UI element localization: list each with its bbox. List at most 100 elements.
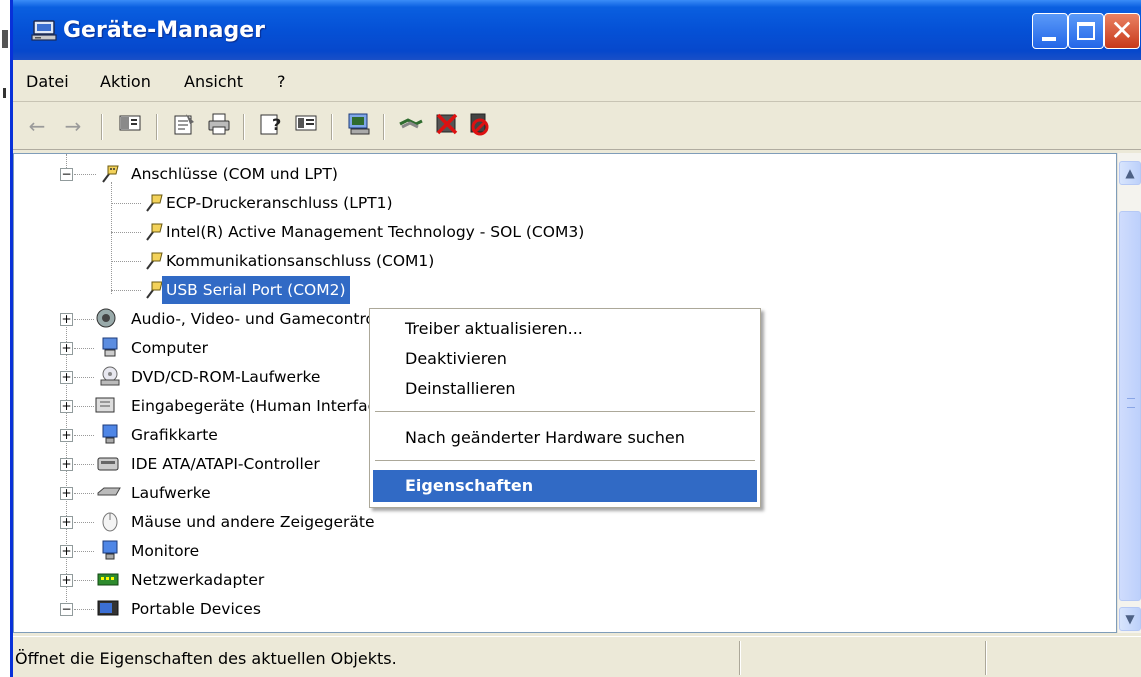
status-divider bbox=[985, 641, 987, 675]
tree-line bbox=[74, 609, 94, 610]
tree-line bbox=[111, 290, 141, 291]
tree-line bbox=[74, 551, 94, 552]
tree-group-network[interactable]: + Netzwerkadapter bbox=[14, 566, 1114, 594]
tree-item-port[interactable]: Intel(R) Active Management Technology - … bbox=[14, 218, 1114, 246]
back-arrow-icon[interactable]: ← bbox=[23, 112, 51, 140]
scroll-grip-icon bbox=[1127, 398, 1135, 408]
menu-separator bbox=[375, 411, 755, 412]
toolbar: ← → ? bbox=[13, 102, 1141, 150]
expand-icon[interactable]: + bbox=[60, 342, 73, 355]
help-icon[interactable]: ? bbox=[257, 112, 285, 140]
uninstall-icon[interactable] bbox=[433, 112, 461, 140]
minimize-icon bbox=[1042, 37, 1056, 41]
tree-line bbox=[74, 406, 94, 407]
expand-icon[interactable]: + bbox=[60, 313, 73, 326]
menu-item-scan-hardware[interactable]: Nach geänderter Hardware suchen bbox=[373, 422, 757, 454]
update-driver-icon[interactable] bbox=[397, 112, 425, 140]
menu-datei[interactable]: Datei bbox=[26, 72, 69, 91]
tree-group-portable[interactable]: − Portable Devices bbox=[14, 595, 1114, 623]
tree-label-selected: USB Serial Port (COM2) bbox=[162, 276, 350, 304]
scan-hardware-icon[interactable] bbox=[345, 112, 373, 140]
vertical-scrollbar[interactable]: ▲ ▼ bbox=[1117, 153, 1141, 633]
mouse-icon bbox=[98, 510, 122, 534]
title-bar[interactable]: Geräte-Manager ✕ bbox=[13, 0, 1141, 60]
toolbar-separator bbox=[156, 114, 158, 140]
network-adapter-icon bbox=[96, 568, 120, 592]
background-window-fragment bbox=[3, 88, 6, 98]
tree-label: Kommunikationsanschluss (COM1) bbox=[166, 252, 435, 270]
minimize-button[interactable] bbox=[1032, 13, 1068, 49]
ide-controller-icon bbox=[96, 452, 120, 476]
tree-label: Mäuse und andere Zeigegeräte bbox=[131, 513, 375, 531]
expand-icon[interactable]: + bbox=[60, 400, 73, 413]
input-device-icon bbox=[94, 394, 118, 418]
maximize-button[interactable] bbox=[1068, 13, 1104, 49]
port-connector-icon bbox=[142, 220, 166, 244]
forward-arrow-icon[interactable]: → bbox=[59, 112, 87, 140]
graphics-card-icon bbox=[98, 423, 122, 447]
menu-aktion[interactable]: Aktion bbox=[100, 72, 151, 91]
tree-group-mice[interactable]: + Mäuse und andere Zeigegeräte bbox=[14, 508, 1114, 536]
tree-label: Audio-, Video- und Gamecontroller bbox=[131, 310, 400, 328]
toolbar-separator bbox=[101, 114, 103, 140]
tree-line bbox=[111, 261, 141, 262]
close-button[interactable]: ✕ bbox=[1104, 13, 1140, 49]
expand-icon[interactable]: + bbox=[60, 429, 73, 442]
maximize-icon bbox=[1077, 22, 1095, 40]
collapse-icon[interactable]: − bbox=[60, 168, 73, 181]
view-icon[interactable] bbox=[292, 112, 320, 140]
scroll-thumb[interactable] bbox=[1119, 211, 1141, 601]
expand-icon[interactable]: + bbox=[60, 458, 73, 471]
menu-bar: Datei Aktion Ansicht ? bbox=[13, 60, 1141, 102]
tree-line bbox=[111, 232, 141, 233]
menu-item-disable[interactable]: Deaktivieren bbox=[373, 343, 757, 375]
tree-item-port-selected[interactable]: USB Serial Port (COM2) bbox=[14, 276, 1114, 304]
svg-text:?: ? bbox=[272, 115, 281, 134]
toolbar-separator bbox=[383, 114, 385, 140]
tree-line bbox=[74, 464, 94, 465]
tree-group-monitors[interactable]: + Monitore bbox=[14, 537, 1114, 565]
print-icon[interactable] bbox=[205, 112, 233, 140]
tree-label: Laufwerke bbox=[131, 484, 211, 502]
tree-line bbox=[74, 377, 94, 378]
close-icon: ✕ bbox=[1110, 14, 1134, 47]
menu-item-uninstall[interactable]: Deinstallieren bbox=[373, 373, 757, 405]
scroll-up-button[interactable]: ▲ bbox=[1119, 161, 1141, 185]
menu-ansicht[interactable]: Ansicht bbox=[184, 72, 243, 91]
show-hide-tree-icon[interactable] bbox=[116, 112, 144, 140]
computer-icon bbox=[98, 336, 122, 360]
tree-label: Intel(R) Active Management Technology - … bbox=[166, 223, 585, 241]
tree-item-port[interactable]: Kommunikationsanschluss (COM1) bbox=[14, 247, 1114, 275]
disable-icon[interactable] bbox=[465, 112, 493, 140]
tree-label: Portable Devices bbox=[131, 600, 261, 618]
scroll-down-button[interactable]: ▼ bbox=[1119, 607, 1141, 631]
expand-icon[interactable]: + bbox=[60, 574, 73, 587]
expand-icon[interactable]: + bbox=[60, 545, 73, 558]
context-menu: Treiber aktualisieren... Deaktivieren De… bbox=[369, 308, 761, 508]
tree-item-port[interactable]: ECP-Druckeranschluss (LPT1) bbox=[14, 189, 1114, 217]
tree-line bbox=[74, 493, 94, 494]
port-connector-icon bbox=[98, 162, 122, 186]
tree-line bbox=[74, 580, 94, 581]
speaker-icon bbox=[94, 307, 118, 331]
tree-label: Computer bbox=[131, 339, 209, 357]
menu-help[interactable]: ? bbox=[277, 72, 286, 91]
properties-icon[interactable] bbox=[170, 112, 198, 140]
status-divider bbox=[739, 641, 741, 675]
tree-group-ports[interactable]: − Anschlüsse (COM und LPT) bbox=[14, 160, 1114, 188]
toolbar-separator bbox=[331, 114, 333, 140]
expand-icon[interactable]: + bbox=[60, 516, 73, 529]
dvd-drive-icon bbox=[98, 365, 122, 389]
expand-icon[interactable]: + bbox=[60, 371, 73, 384]
tree-line bbox=[74, 522, 94, 523]
status-bar: Öffnet die Eigenschaften des aktuellen O… bbox=[13, 636, 1141, 677]
disk-drive-icon bbox=[96, 481, 121, 505]
collapse-icon[interactable]: − bbox=[60, 603, 73, 616]
toolbar-separator bbox=[243, 114, 245, 140]
menu-item-properties[interactable]: Eigenschaften bbox=[373, 470, 757, 502]
tree-line bbox=[111, 203, 141, 204]
tree-line bbox=[74, 319, 94, 320]
menu-item-update-driver[interactable]: Treiber aktualisieren... bbox=[373, 313, 757, 345]
expand-icon[interactable]: + bbox=[60, 487, 73, 500]
background-window-fragment bbox=[2, 30, 8, 48]
